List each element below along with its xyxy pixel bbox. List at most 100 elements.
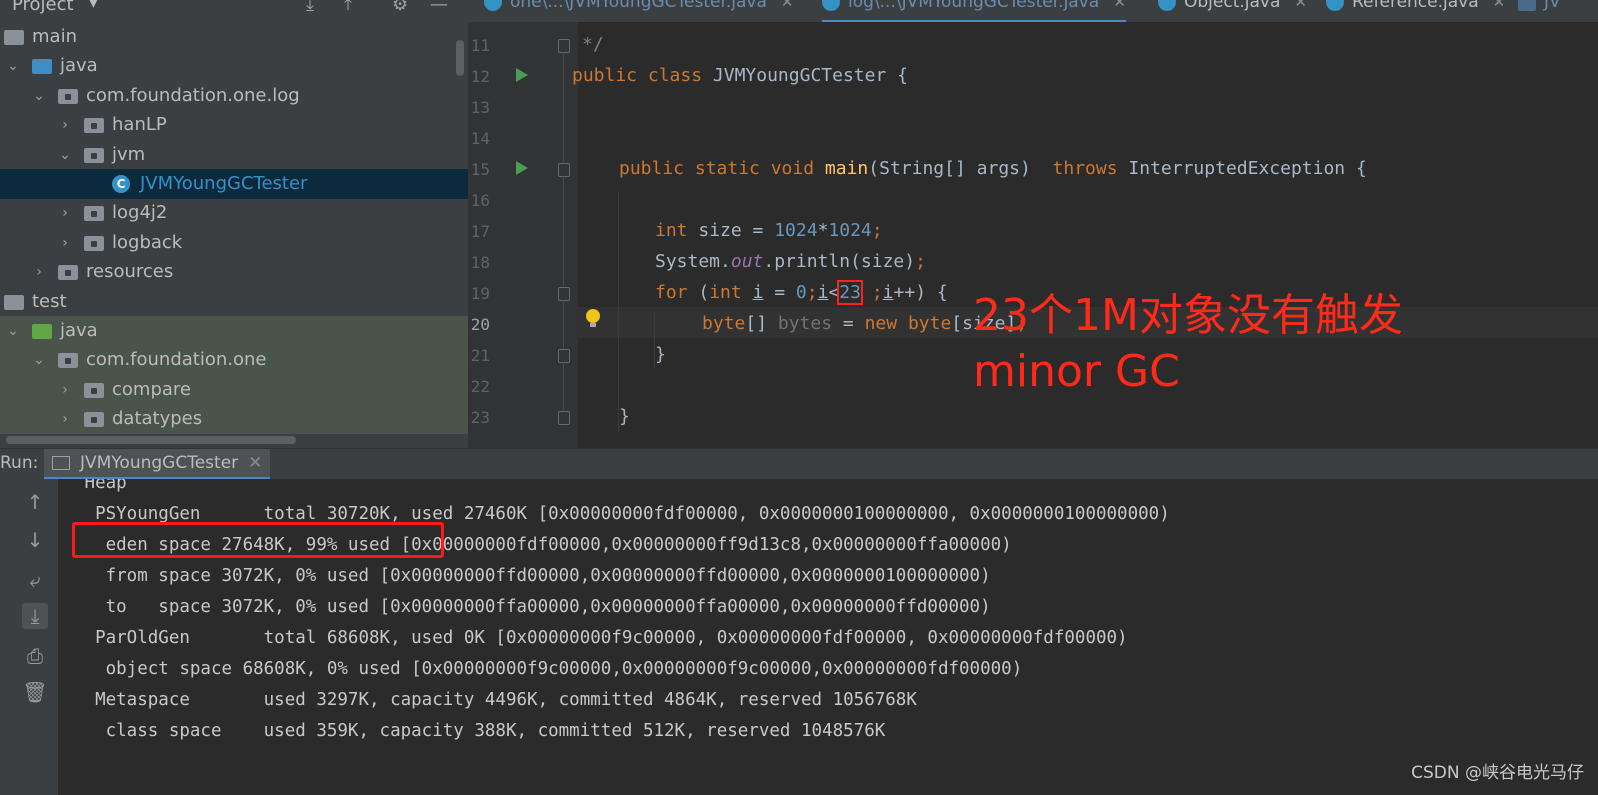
var-i: i <box>817 282 829 303</box>
tab-reference-java[interactable]: Reference.java ✕ <box>1326 0 1505 20</box>
chevron-right-icon[interactable]: › <box>58 198 72 228</box>
java-class-icon <box>822 0 840 11</box>
gear-icon[interactable]: ⚙ <box>392 0 408 15</box>
package-icon <box>58 265 78 281</box>
chevron-down-icon[interactable]: ⌄ <box>6 316 20 346</box>
lightbulb-icon[interactable] <box>586 309 600 327</box>
close-icon[interactable]: ✕ <box>1294 0 1307 11</box>
tree-item-label: java <box>60 55 98 77</box>
tree-item-hanlp[interactable]: › hanLP <box>0 110 468 140</box>
tree-item-datatypes[interactable]: › datatypes <box>0 404 468 435</box>
code-editor[interactable]: 11 12 13 14 15 16 17 18 19 20 21 22 23 */ public cla… <box>468 22 1598 448</box>
tree-item-resources[interactable]: › resources <box>0 257 468 287</box>
editor-tabs: one\...\JVMYoungGCTester.java ✕ log\...\J… <box>468 0 1598 22</box>
chevron-right-icon[interactable]: › <box>58 375 72 405</box>
print-icon[interactable]: ⎙ <box>22 643 48 669</box>
close-icon[interactable]: ✕ <box>781 0 794 11</box>
line-number: 20 <box>470 315 490 334</box>
tree-item-com-foundation-one-log[interactable]: ⌄ com.foundation.one.log <box>0 81 468 111</box>
annotation-line-1: 23个1M对象没有触发 <box>973 290 1403 341</box>
tree-item-jvmyounggctester[interactable]: C JVMYoungGCTester <box>0 169 468 199</box>
console-line: class space used 359K, capacity 388K, co… <box>74 721 886 741</box>
tab-jv[interactable]: JV <box>1518 0 1561 20</box>
tab-one-jvmyounggctester[interactable]: one\...\JVMYoungGCTester.java ✕ <box>484 0 794 20</box>
line-number: 17 <box>470 222 490 241</box>
java-class-icon: C <box>112 175 130 193</box>
chevron-right-icon[interactable]: › <box>58 110 72 140</box>
fold-icon[interactable] <box>558 39 570 53</box>
package-icon <box>58 88 78 104</box>
tree-item-jvm[interactable]: ⌄ jvm <box>0 140 468 170</box>
arrow-up-icon[interactable]: ↑ <box>22 489 48 515</box>
tab-object-java[interactable]: Object.java ✕ <box>1158 0 1307 20</box>
tree-item-java[interactable]: ⌄ java <box>0 316 468 346</box>
tree-item-main[interactable]: main <box>0 22 468 52</box>
tree-item-compare[interactable]: › compare <box>0 374 468 405</box>
operator-lt: < <box>828 282 840 303</box>
line-number: 23 <box>470 408 490 427</box>
tree-item-log4j2[interactable]: › log4j2 <box>0 198 468 228</box>
expand-all-icon[interactable]: ⤒ <box>344 0 352 15</box>
close-icon[interactable]: ✕ <box>248 453 262 473</box>
fold-icon[interactable] <box>558 349 570 363</box>
hide-icon[interactable]: — <box>430 0 448 15</box>
run-class-icon[interactable] <box>516 68 528 82</box>
line-number: 11 <box>470 36 490 55</box>
run-main-icon[interactable] <box>516 161 528 175</box>
watermark: CSDN @峡谷电光马仔 <box>1411 763 1584 783</box>
chevron-down-icon[interactable]: ⌄ <box>32 345 46 375</box>
fold-guide <box>563 362 564 410</box>
code-line-12: public class JVMYoungGCTester { <box>572 65 908 86</box>
project-vertical-scrollbar[interactable] <box>456 40 464 76</box>
chevron-down-icon[interactable]: ⌄ <box>58 140 72 170</box>
line-number: 21 <box>470 346 490 365</box>
fold-icon[interactable] <box>558 287 570 301</box>
folder-icon <box>32 324 52 339</box>
tab-label: log\...\JVMYoungGCTester.java <box>848 0 1100 12</box>
tree-item-logback[interactable]: › logback <box>0 228 468 258</box>
folder-icon <box>4 294 24 310</box>
soft-wrap-icon[interactable]: ⤶ <box>22 567 48 593</box>
run-tab[interactable]: JVMYoungGCTester ✕ <box>44 449 271 480</box>
kw-new: new <box>864 313 898 334</box>
fold-icon[interactable] <box>558 411 570 425</box>
scroll-to-end-icon[interactable]: ⤓ <box>22 603 48 629</box>
project-title[interactable]: Project <box>12 0 74 15</box>
arrow-down-icon[interactable]: ↓ <box>22 527 48 553</box>
tree-item-test[interactable]: test <box>0 287 468 317</box>
tree-item-java[interactable]: ⌄ java <box>0 51 468 81</box>
fold-guide <box>563 300 564 348</box>
chevron-right-icon[interactable]: › <box>58 228 72 258</box>
console-line: ParOldGen total 68608K, used 0K [0x00000… <box>74 628 1128 648</box>
chevron-right-icon[interactable]: › <box>58 404 72 434</box>
assign: = <box>832 313 865 334</box>
chevron-right-icon[interactable]: › <box>32 257 46 287</box>
tree-item-com-foundation-one[interactable]: ⌄ com.foundation.one <box>0 345 468 376</box>
chevron-down-icon[interactable]: ⌄ <box>32 81 46 111</box>
console-line: Heap <box>74 479 127 493</box>
chevron-down-icon[interactable]: ▼ <box>88 0 99 10</box>
class-name: JVMYoungGCTester { <box>712 65 908 86</box>
tree-item-label: logback <box>112 231 183 253</box>
tree-item-label: resources <box>86 261 174 283</box>
kw-modifiers: public static void <box>619 158 815 179</box>
tab-log-jvmyounggctester[interactable]: log\...\JVMYoungGCTester.java ✕ <box>822 0 1126 22</box>
kw-public: public <box>572 65 638 86</box>
package-icon <box>84 235 104 251</box>
fold-icon[interactable] <box>558 163 570 177</box>
code-line-11: */ <box>582 34 604 55</box>
line-number: 19 <box>470 284 490 303</box>
increment: ++) { <box>893 282 948 303</box>
annotation-text: 23个1M对象没有触发 minor GC <box>973 288 1403 400</box>
line-number: 22 <box>470 377 490 396</box>
indent-guide <box>618 192 619 432</box>
trash-icon[interactable]: 🗑 <box>22 679 48 705</box>
method-name: main <box>824 158 869 179</box>
kw-int: int <box>709 282 742 303</box>
chevron-down-icon[interactable]: ⌄ <box>6 51 20 81</box>
close-icon[interactable]: ✕ <box>1113 0 1126 11</box>
collapse-all-icon[interactable]: ⤓ <box>306 0 314 15</box>
semicolon: ; <box>871 220 883 241</box>
close-icon[interactable]: ✕ <box>1493 0 1506 11</box>
project-horizontal-scrollbar[interactable] <box>6 436 296 444</box>
